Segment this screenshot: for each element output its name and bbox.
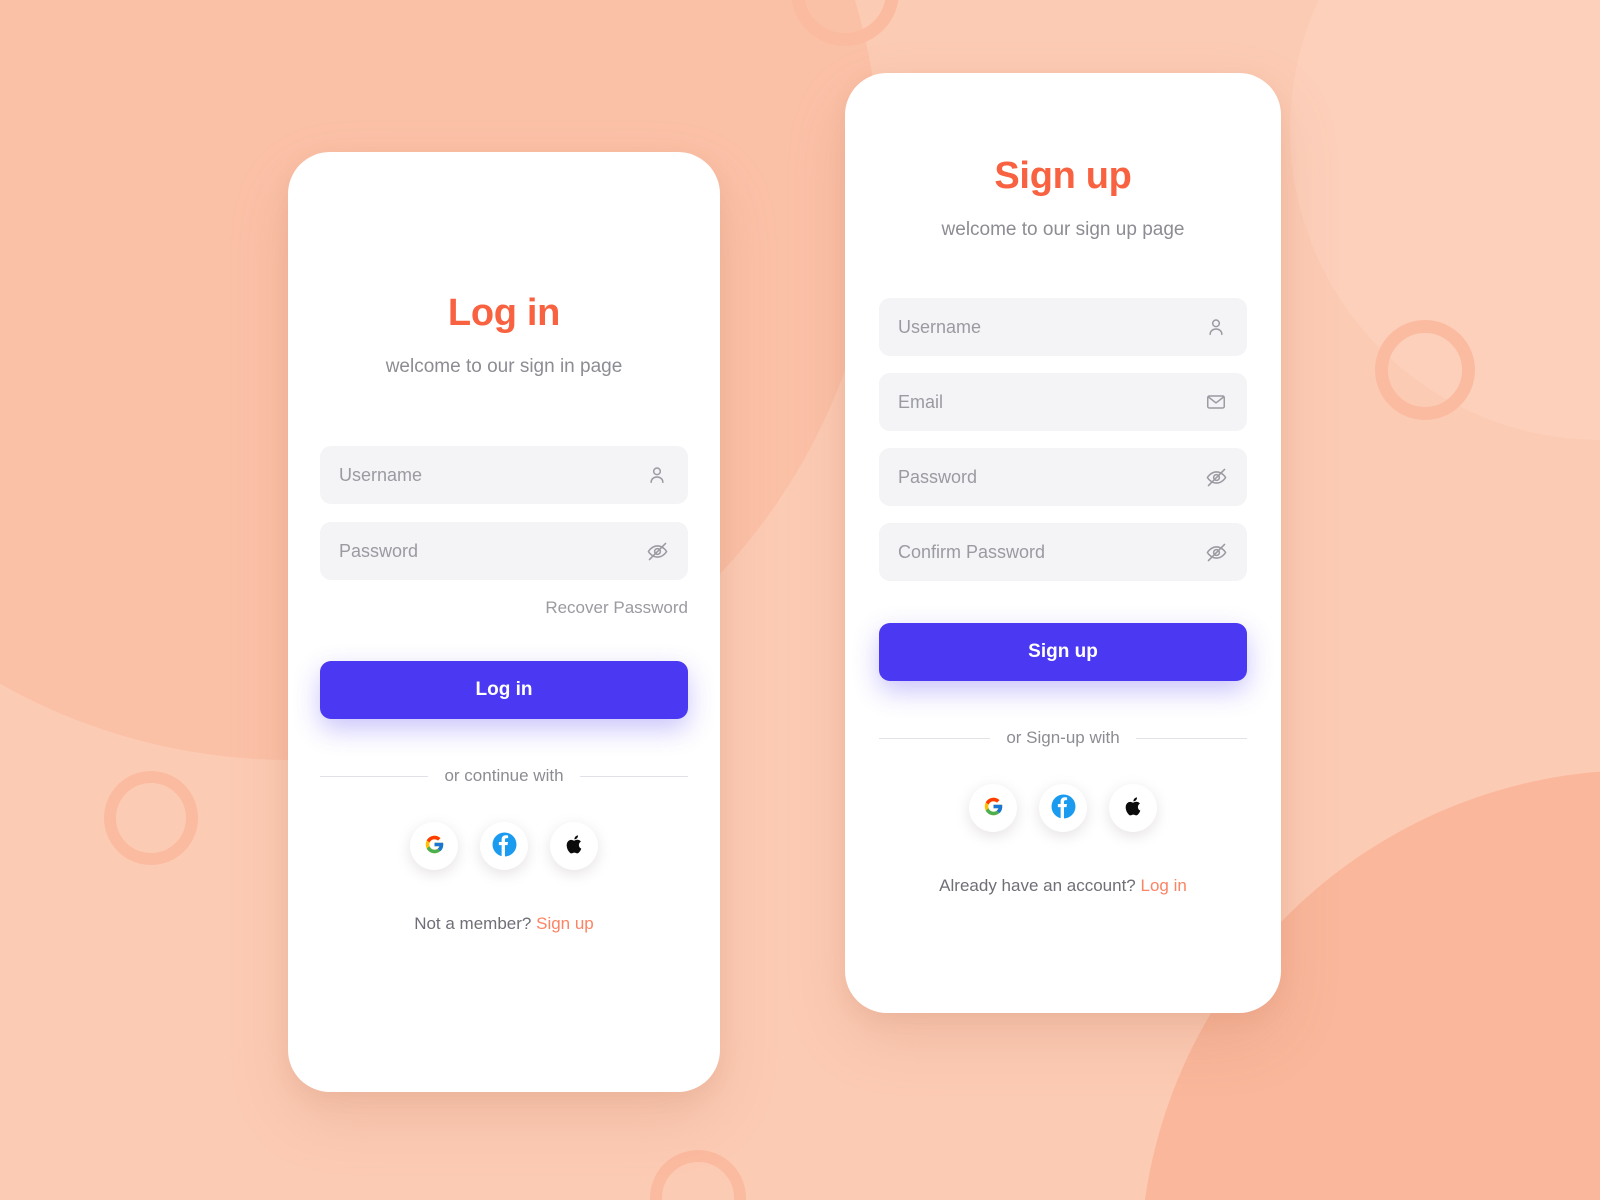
facebook-signup-button[interactable] xyxy=(1039,784,1087,832)
signup-confirm-password-field[interactable]: Confirm Password xyxy=(879,523,1247,581)
signup-footer: Already have an account? Log in xyxy=(879,876,1247,896)
divider-line-right xyxy=(579,775,689,777)
decorative-ring-bottom xyxy=(650,1150,746,1200)
signup-divider-label: or Sign-up with xyxy=(1006,728,1120,747)
decorative-ring-left xyxy=(104,771,198,865)
signup-footer-prompt: Already have an account? xyxy=(939,876,1136,895)
login-password-placeholder: Password xyxy=(339,540,419,561)
facebook-login-button[interactable] xyxy=(480,822,528,870)
login-subtitle: welcome to our sign in page xyxy=(385,356,623,377)
signup-divider: or Sign-up with xyxy=(879,728,1248,748)
signup-card: Sign up welcome to our sign up page User… xyxy=(845,73,1281,1013)
eye-off-icon[interactable] xyxy=(645,539,669,563)
goto-login-link[interactable]: Log in xyxy=(1141,876,1187,895)
background-decoration xyxy=(0,0,1600,1200)
google-icon xyxy=(424,834,445,858)
login-card: Log in welcome to our sign in page Usern… xyxy=(288,152,720,1092)
login-fields: Username Password xyxy=(320,446,688,580)
facebook-icon xyxy=(492,832,517,860)
apple-login-button[interactable] xyxy=(550,822,598,870)
login-username-placeholder: Username xyxy=(339,464,423,485)
signup-subtitle: welcome to our sign up page xyxy=(941,219,1185,240)
signup-title: Sign up xyxy=(994,155,1132,197)
signup-password-placeholder: Password xyxy=(898,466,978,487)
divider-line-right xyxy=(1135,737,1248,739)
google-signup-button[interactable] xyxy=(969,784,1017,832)
divider-line-left xyxy=(320,775,429,777)
eye-off-icon[interactable] xyxy=(1204,465,1228,489)
person-icon xyxy=(645,463,669,487)
login-divider-label: or continue with xyxy=(444,766,564,785)
signup-confirm-password-placeholder: Confirm Password xyxy=(898,541,1046,562)
login-password-field[interactable]: Password xyxy=(320,522,688,580)
signup-username-placeholder: Username xyxy=(898,316,982,337)
envelope-icon xyxy=(1204,390,1228,414)
login-submit-button[interactable]: Log in xyxy=(320,661,688,719)
login-username-field[interactable]: Username xyxy=(320,446,688,504)
app-root: Log in welcome to our sign in page Usern… xyxy=(0,0,1600,1200)
google-login-button[interactable] xyxy=(410,822,458,870)
eye-off-icon[interactable] xyxy=(1204,540,1228,564)
login-divider: or continue with xyxy=(320,766,689,786)
signup-email-field[interactable]: Email xyxy=(879,373,1247,431)
signup-fields: Username Email Password Confirm Password xyxy=(879,298,1247,581)
divider-line-left xyxy=(879,737,991,739)
signup-password-field[interactable]: Password xyxy=(879,448,1247,506)
login-footer: Not a member? Sign up xyxy=(320,914,688,934)
recover-password-link[interactable]: Recover Password xyxy=(320,598,688,618)
decorative-ring-right xyxy=(1375,320,1475,420)
signup-username-field[interactable]: Username xyxy=(879,298,1247,356)
signup-email-placeholder: Email xyxy=(898,391,944,412)
apple-icon xyxy=(1123,796,1144,820)
signup-submit-button[interactable]: Sign up xyxy=(879,623,1247,681)
login-social-buttons xyxy=(320,822,688,870)
apple-signup-button[interactable] xyxy=(1109,784,1157,832)
facebook-icon xyxy=(1051,794,1076,822)
login-title: Log in xyxy=(447,292,561,334)
login-footer-prompt: Not a member? xyxy=(414,914,532,933)
signup-social-buttons xyxy=(879,784,1247,832)
person-icon xyxy=(1204,315,1228,339)
goto-signup-link[interactable]: Sign up xyxy=(536,914,594,933)
apple-icon xyxy=(564,834,585,858)
google-icon xyxy=(983,796,1004,820)
